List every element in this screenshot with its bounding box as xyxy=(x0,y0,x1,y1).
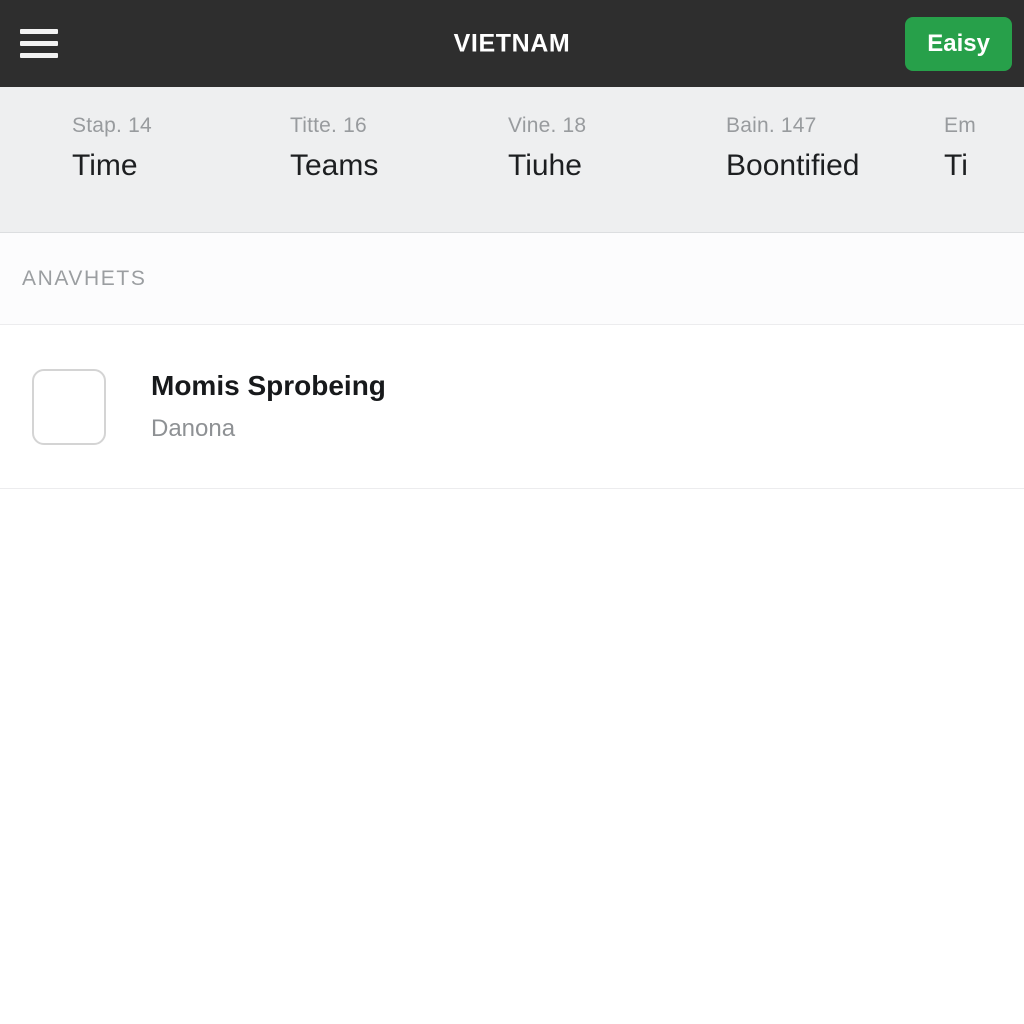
stat-value: Time xyxy=(72,149,138,183)
stat-label: Vine. 18 xyxy=(508,114,587,137)
stat-column-4[interactable]: Bain. 147 Boontified xyxy=(726,113,944,185)
list-item[interactable]: Momis Sprobeing Danona xyxy=(0,325,1024,489)
stat-label: Em xyxy=(944,114,976,137)
hamburger-menu-icon[interactable] xyxy=(18,21,64,67)
image-placeholder-icon xyxy=(32,368,106,445)
stat-column-3[interactable]: Vine. 18 Tiuhe xyxy=(508,113,726,185)
top-app-bar: VIETNAM Eaisy xyxy=(0,0,1024,87)
stat-label: Titte. 16 xyxy=(290,114,367,137)
stat-column-5[interactable]: Em Ti xyxy=(944,113,1024,185)
primary-action-button[interactable]: Eaisy xyxy=(905,16,1012,71)
stat-column-1[interactable]: Stap. 14 Time xyxy=(72,113,290,185)
stat-value: Boontified xyxy=(726,149,860,183)
stat-column-2[interactable]: Titte. 16 Teams xyxy=(290,113,508,185)
list-item-text: Momis Sprobeing Danona xyxy=(151,368,386,444)
menu-bar-1 xyxy=(20,29,58,34)
section-header: ANAVHETS xyxy=(0,233,1024,325)
stat-label: Bain. 147 xyxy=(726,114,817,137)
stat-value: Teams xyxy=(290,149,379,183)
main-content: ANAVHETS Momis Sprobeing Danona xyxy=(0,233,1024,1024)
menu-bar-2 xyxy=(20,41,58,46)
stats-strip[interactable]: Stap. 14 Time Titte. 16 Teams Vine. 18 T… xyxy=(0,87,1024,233)
section-header-label: ANAVHETS xyxy=(22,266,147,290)
page-title: VIETNAM xyxy=(453,29,571,57)
app-root: VIETNAM Eaisy Stap. 14 Time Titte. 16 Te… xyxy=(0,0,1024,1024)
list-item-subtitle: Danona xyxy=(151,415,236,443)
stat-value: Tiuhe xyxy=(508,149,582,183)
stat-value: Ti xyxy=(944,149,968,183)
list-item-title: Momis Sprobeing xyxy=(151,370,386,402)
menu-bar-3 xyxy=(20,53,58,58)
stats-track: Stap. 14 Time Titte. 16 Teams Vine. 18 T… xyxy=(0,87,1024,232)
stat-label: Stap. 14 xyxy=(72,114,152,137)
empty-content-area xyxy=(0,489,1024,1024)
